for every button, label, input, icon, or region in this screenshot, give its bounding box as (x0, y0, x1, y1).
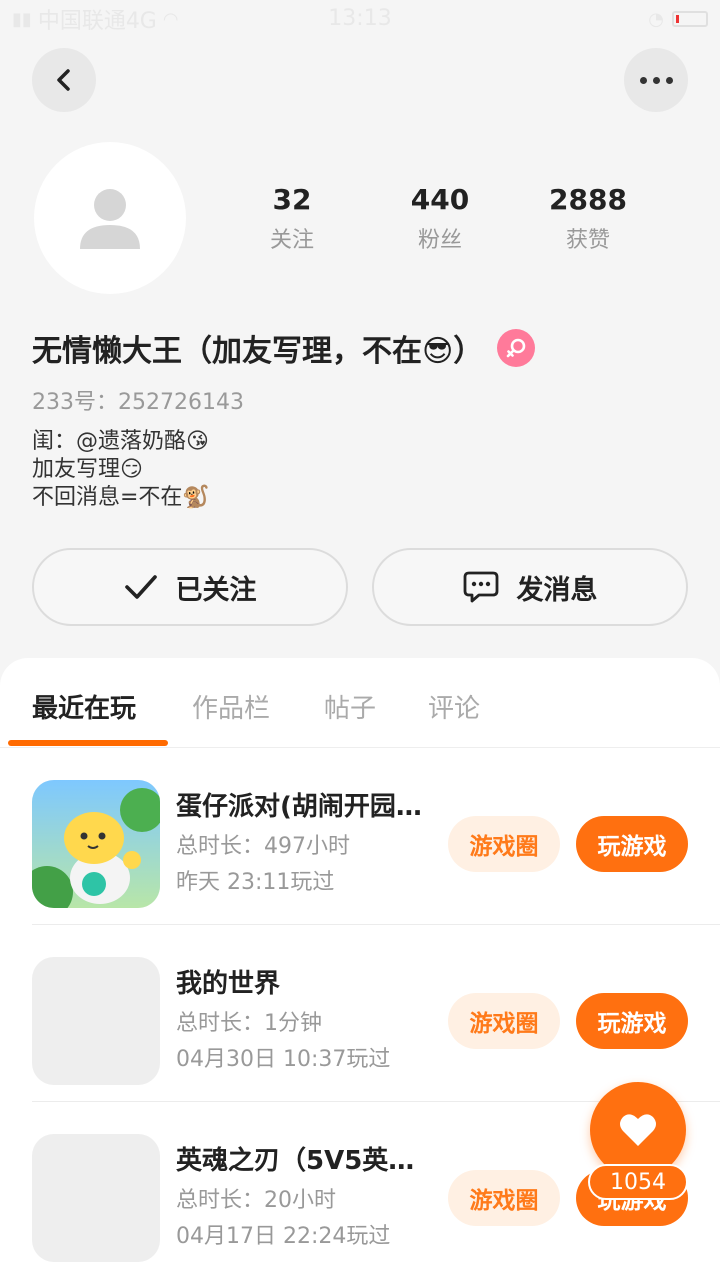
stat-followers[interactable]: 440 粉丝 (366, 182, 514, 254)
game-list-item[interactable]: 蛋仔派对(胡闹开园… 总时长：497小时 昨天 23:11玩过 游戏圈 玩游戏 (0, 748, 720, 925)
message-button[interactable]: 发消息 (372, 548, 688, 626)
bio-line: 加友写理😏 (32, 457, 143, 482)
tab-posts[interactable]: 帖子 (324, 688, 376, 725)
tab-recently-played[interactable]: 最近在玩 (32, 688, 136, 725)
stat-likes[interactable]: 2888 获赞 (514, 182, 662, 254)
game-total-time: 总时长：20小时 (176, 1188, 336, 1213)
more-button[interactable] (624, 48, 688, 112)
status-time: 13:13 (328, 6, 392, 31)
game-last-played: 昨天 23:11玩过 (176, 870, 335, 895)
stat-value: 32 (272, 183, 312, 216)
game-name: 蛋仔派对(胡闹开园… (176, 792, 422, 822)
female-gender-icon (497, 329, 536, 367)
bio-line: 不回消息=不在🐒 (32, 485, 210, 510)
back-arrow-icon (57, 69, 70, 91)
back-button[interactable] (32, 48, 96, 112)
game-last-played: 04月30日 10:37玩过 (176, 1047, 391, 1072)
user-id: 233号：252726143 (32, 390, 244, 415)
bio-line: 闺：@遗落奶酪😘 (32, 429, 209, 454)
game-circle-button[interactable]: 游戏圈 (448, 1170, 560, 1226)
like-count: 1054 (588, 1164, 688, 1200)
game-icon (32, 780, 160, 908)
stat-following[interactable]: 32 关注 (218, 182, 366, 254)
stat-label: 关注 (269, 228, 314, 253)
game-circle-button[interactable]: 游戏圈 (448, 993, 560, 1049)
more-dots-icon (639, 76, 673, 84)
follow-label: 已关注 (175, 574, 257, 606)
play-game-button[interactable]: 玩游戏 (576, 816, 688, 872)
game-total-time: 总时长：497小时 (176, 834, 350, 859)
game-name: 英魂之刃（5V5英… (176, 1146, 415, 1176)
game-circle-button[interactable]: 游戏圈 (448, 816, 560, 872)
stat-value: 2888 (549, 183, 627, 216)
tab-indicator (8, 740, 168, 746)
game-last-played: 04月17日 22:24玩过 (176, 1224, 391, 1249)
game-icon (32, 957, 160, 1085)
game-total-time: 总时长：1分钟 (176, 1011, 322, 1036)
follow-button[interactable]: 已关注 (32, 548, 348, 626)
tab-bar: 最近在玩 作品栏 帖子 评论 (0, 658, 720, 748)
message-label: 发消息 (516, 574, 598, 606)
game-name: 我的世界 (176, 969, 281, 999)
avatar[interactable] (34, 142, 186, 294)
game-icon (32, 1134, 160, 1262)
username-row: 无情懒大王（加友写理，不在😎） (32, 326, 536, 370)
game-list-item[interactable]: 我的世界 总时长：1分钟 04月30日 10:37玩过 游戏圈 玩游戏 (0, 925, 720, 1102)
stat-label: 粉丝 (417, 228, 462, 253)
chat-bubble-icon (463, 571, 498, 603)
bio: 闺：@遗落奶酪😘 加友写理😏 不回消息=不在🐒 (32, 428, 210, 512)
check-icon (124, 575, 157, 599)
play-game-button[interactable]: 玩游戏 (576, 993, 688, 1049)
stat-label: 获赞 (565, 228, 610, 253)
stat-value: 440 (410, 183, 470, 216)
tab-works[interactable]: 作品栏 (192, 688, 270, 725)
default-avatar-icon (80, 189, 140, 249)
profile-stats: 32 关注 440 粉丝 2888 获赞 (218, 182, 662, 254)
tab-comments[interactable]: 评论 (428, 688, 480, 725)
username: 无情懒大王（加友写理，不在😎） (32, 334, 484, 369)
heart-icon (620, 1114, 656, 1146)
